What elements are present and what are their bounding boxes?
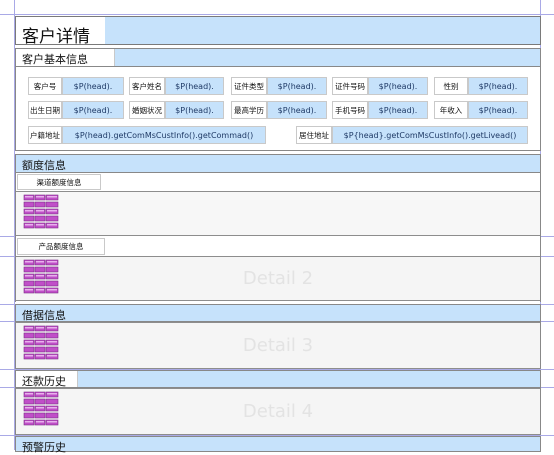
guide-line	[0, 14, 554, 15]
field-label-birth-date: 出生日期	[28, 101, 62, 119]
field-value-customer-name: $P(head).	[165, 77, 224, 95]
product-credit-tab[interactable]: 产品额度信息	[17, 238, 105, 255]
field-label-customer-name: 客户姓名	[129, 77, 165, 95]
field-label-gender: 性别	[434, 77, 468, 95]
table-report-icon	[23, 390, 61, 434]
field-label-annual-income: 年收入	[434, 101, 468, 119]
product-credit-detail: Detail 2	[16, 256, 540, 301]
detail-4-placeholder: Detail 4	[242, 401, 314, 422]
field-label-education: 最高学历	[231, 101, 267, 119]
loan-info-section-bar: 借据信息	[15, 304, 541, 322]
field-label-id-number: 证件号码	[332, 77, 368, 95]
field-value-annual-income: $P(head).	[468, 101, 528, 119]
loan-info-heading: 借据信息	[22, 309, 66, 322]
field-value-marital-status: $P(head).	[165, 101, 224, 119]
field-value-id-type: $P(head).	[267, 77, 327, 95]
field-label-household-address: 户籍地址	[28, 126, 62, 144]
field-label-mobile: 手机号码	[332, 101, 368, 119]
field-value-id-number: $P(head).	[368, 77, 428, 95]
repayment-history-section-bar: 还款历史	[15, 370, 541, 388]
detail-2-placeholder: Detail 2	[242, 268, 314, 289]
table-report-icon	[23, 324, 61, 368]
field-value-mobile: $P(head).	[368, 101, 428, 119]
field-value-education: $P(head).	[267, 101, 327, 119]
detail-3-placeholder: Detail 3	[242, 335, 314, 356]
field-value-household-address: $P(head).getComMsCustInfo().getCommad()	[62, 126, 266, 144]
field-label-id-type: 证件类型	[231, 77, 267, 95]
field-label-marital-status: 婚姻状况	[129, 101, 165, 119]
channel-credit-detail	[16, 191, 540, 236]
warning-history-heading: 预警历史	[22, 441, 66, 454]
field-value-gender: $P(head).	[468, 77, 528, 95]
field-label-customer-id: 客户号	[28, 77, 62, 95]
field-label-residence-address: 居住地址	[296, 126, 332, 144]
title-bar-fill	[105, 17, 540, 44]
repayment-history-heading: 还款历史	[16, 371, 78, 388]
loan-info-detail: Detail 3	[15, 322, 541, 369]
basic-info-section-bar: 客户基本信息	[15, 48, 541, 67]
field-value-customer-id: $P(head).	[62, 77, 124, 95]
channel-credit-tab[interactable]: 渠道额度信息	[17, 174, 101, 190]
credit-info-section-bar: 额度信息	[15, 154, 541, 173]
basic-info-heading: 客户基本信息	[16, 49, 115, 66]
page-title: 客户详情	[22, 27, 90, 47]
table-report-icon	[23, 193, 61, 237]
field-value-residence-address: $P{head}.getComMsCustInfo().getLivead()	[332, 126, 528, 144]
field-value-birth-date: $P(head).	[62, 101, 124, 119]
credit-info-heading: 额度信息	[22, 159, 66, 172]
table-report-icon	[23, 258, 61, 302]
repayment-history-detail: Detail 4	[15, 388, 541, 435]
